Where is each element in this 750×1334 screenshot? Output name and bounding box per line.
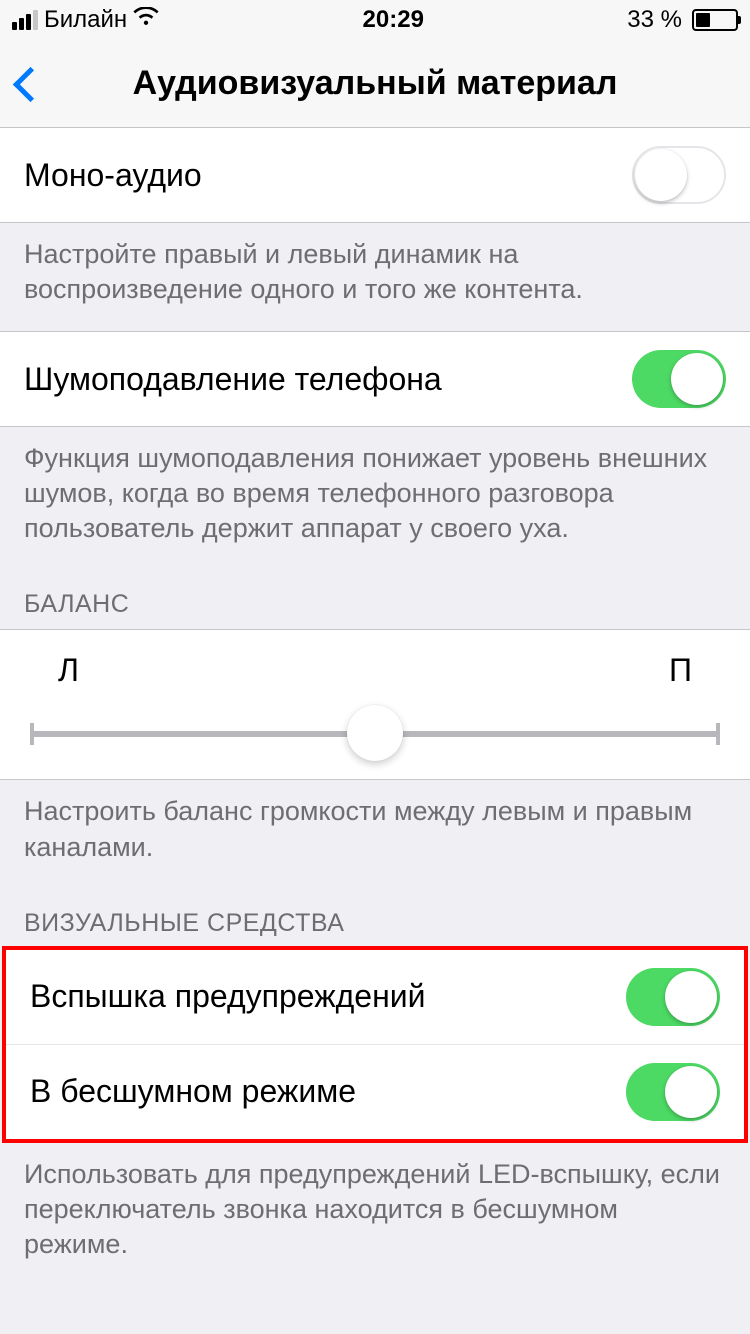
noise-cancel-row: Шумоподавление телефона [0, 331, 750, 427]
balance-right-label: П [669, 652, 692, 689]
battery-percent: 33 % [627, 6, 682, 34]
page-title: Аудиовизуальный материал [0, 64, 750, 103]
flash-alerts-toggle[interactable] [626, 968, 720, 1026]
balance-left-label: Л [58, 652, 79, 689]
noise-cancel-label: Шумоподавление телефона [24, 361, 442, 398]
carrier-label: Билайн [44, 6, 127, 34]
noise-cancel-toggle[interactable] [632, 350, 726, 408]
wifi-icon [133, 6, 159, 34]
navigation-bar: Аудиовизуальный материал [0, 40, 750, 128]
flash-on-silent-label: В бесшумном режиме [30, 1073, 356, 1110]
flash-on-silent-toggle[interactable] [626, 1063, 720, 1121]
flash-on-silent-row: В бесшумном режиме [6, 1045, 744, 1139]
mono-audio-row: Моно-аудио [0, 128, 750, 223]
clock: 20:29 [363, 6, 424, 34]
status-bar: Билайн 20:29 33 % [0, 0, 750, 40]
noise-cancel-footer: Функция шумоподавления понижает уровень … [0, 427, 750, 570]
visual-footer: Использовать для предупреждений LED-вспы… [0, 1143, 750, 1286]
balance-header: БАЛАНС [0, 570, 750, 629]
mono-audio-label: Моно-аудио [24, 157, 202, 194]
mono-audio-footer: Настройте правый и левый динамик на восп… [0, 223, 750, 331]
visual-header: ВИЗУАЛЬНЫЕ СРЕДСТВА [0, 889, 750, 948]
signal-icon [12, 10, 38, 30]
flash-alerts-label: Вспышка предупреждений [30, 978, 425, 1015]
balance-slider[interactable] [30, 731, 720, 737]
balance-panel: Л П [0, 629, 750, 780]
balance-slider-thumb[interactable] [347, 705, 403, 761]
balance-footer: Настроить баланс громкости между левым и… [0, 780, 750, 888]
battery-icon [692, 9, 738, 31]
mono-audio-toggle[interactable] [632, 146, 726, 204]
flash-alerts-row: Вспышка предупреждений [6, 950, 744, 1045]
visual-group-highlight: Вспышка предупреждений В бесшумном режим… [2, 946, 748, 1143]
